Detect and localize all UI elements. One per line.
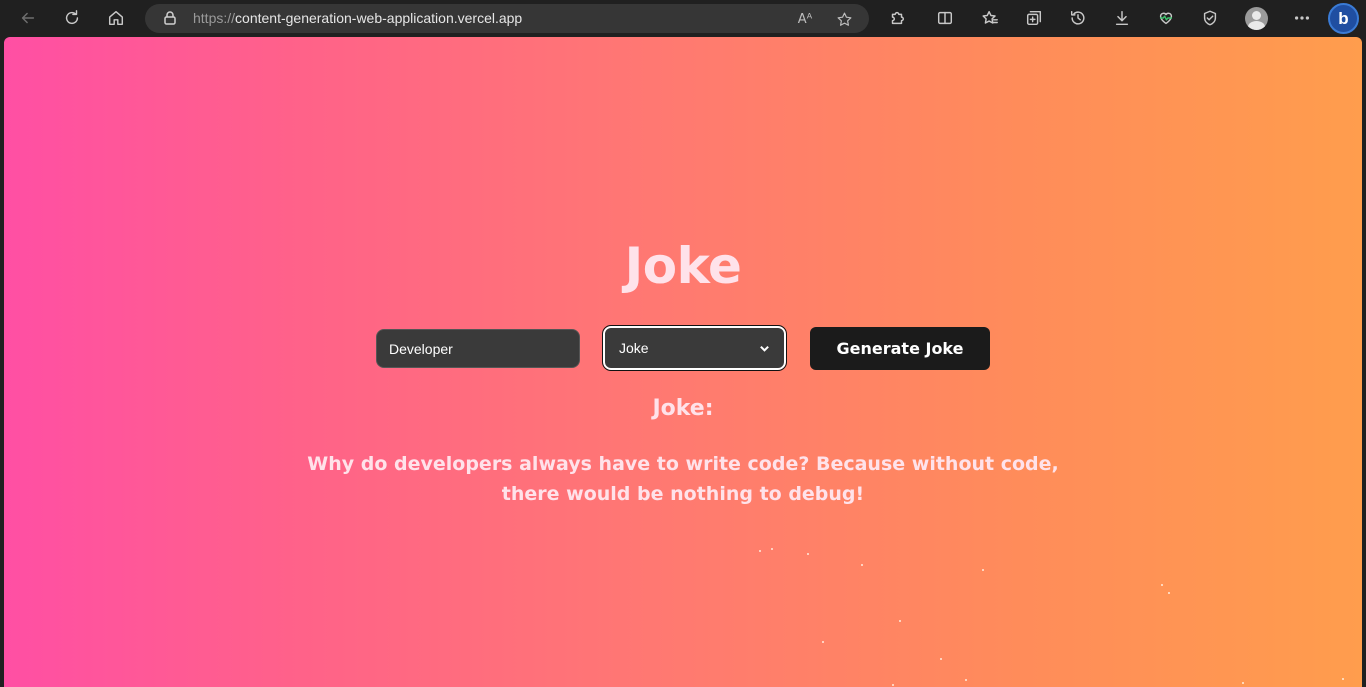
copilot-icon: b [1338, 8, 1349, 28]
chevron-down-icon [760, 345, 769, 352]
shield-check-icon [1203, 10, 1217, 26]
generated-joke-text: Why do developers always have to write c… [307, 453, 1059, 505]
page-viewport: Joke Joke Generate Joke Joke: Why do dev… [4, 37, 1362, 687]
sparkle-decoration [1161, 584, 1163, 586]
url-text: https://content-generation-web-applicati… [193, 10, 523, 26]
sparkle-decoration [1342, 678, 1344, 680]
copilot-button[interactable]: b [1328, 3, 1359, 34]
browser-essentials-button[interactable] [1151, 4, 1181, 32]
sparkle-decoration [759, 550, 761, 552]
home-icon [108, 10, 124, 26]
history-button[interactable] [1063, 4, 1093, 32]
download-icon [1115, 10, 1129, 26]
profile-avatar[interactable] [1245, 7, 1268, 30]
content-type-select[interactable]: Joke [602, 325, 787, 371]
performance-button[interactable] [1195, 4, 1225, 32]
result-heading: Joke: [652, 396, 714, 421]
more-options-button[interactable] [1287, 4, 1317, 32]
back-arrow-icon [21, 12, 35, 24]
sparkle-decoration [807, 553, 809, 555]
favorite-star-icon[interactable] [834, 9, 854, 29]
home-button[interactable] [101, 4, 131, 32]
read-aloud-icon[interactable]: Aᴬ [795, 9, 815, 29]
downloads-button[interactable] [1107, 4, 1137, 32]
address-bar[interactable]: https://content-generation-web-applicati… [145, 4, 869, 33]
sparkle-decoration [892, 684, 894, 686]
extensions-button[interactable] [882, 4, 912, 32]
heart-pulse-icon [1159, 12, 1173, 25]
topic-input[interactable] [376, 329, 580, 368]
browser-toolbar: https://content-generation-web-applicati… [0, 0, 1366, 37]
lock-icon [162, 10, 178, 26]
collections-icon [1026, 10, 1042, 26]
back-button[interactable] [13, 4, 43, 32]
refresh-icon [65, 10, 79, 25]
sparkle-decoration [982, 569, 984, 571]
split-screen-icon [937, 11, 953, 25]
generate-button[interactable]: Generate Joke [810, 327, 990, 370]
collections-button[interactable] [1019, 4, 1049, 32]
page-title: Joke [624, 237, 742, 295]
ellipsis-icon [1294, 16, 1310, 20]
sparkle-decoration [965, 679, 967, 681]
sparkle-decoration [1168, 592, 1170, 594]
sparkle-decoration [861, 564, 863, 566]
sparkle-decoration [822, 641, 824, 643]
sparkle-decoration [899, 620, 901, 622]
puzzle-icon [891, 11, 904, 25]
favorites-icon [982, 10, 998, 24]
split-screen-button[interactable] [930, 4, 960, 32]
sparkle-decoration [940, 658, 942, 660]
sparkle-decoration [771, 548, 773, 550]
favorites-button[interactable] [975, 4, 1005, 32]
select-value: Joke [619, 340, 649, 356]
sparkle-decoration [1242, 682, 1244, 684]
refresh-button[interactable] [57, 4, 87, 32]
history-icon [1070, 10, 1085, 25]
